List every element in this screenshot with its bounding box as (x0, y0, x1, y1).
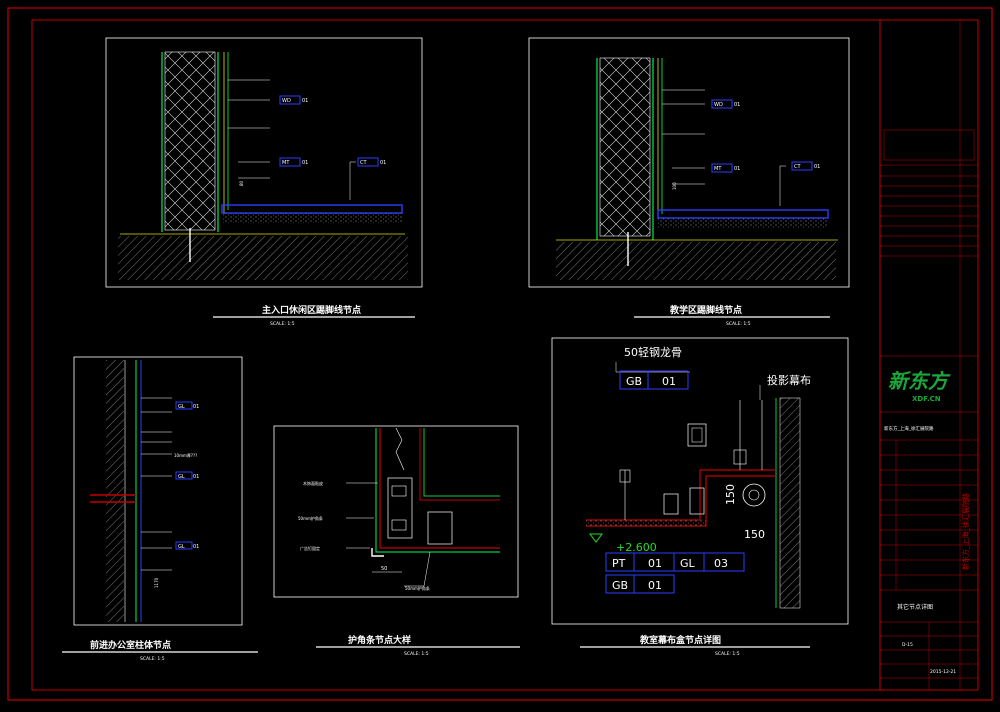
d3-title: 前进办公室柱体节点 (90, 639, 171, 651)
title-block-frame (879, 19, 979, 691)
d5-title: 教室幕布盒节点详图 (639, 634, 721, 646)
d2-tag-ct: CT (794, 164, 801, 170)
project-name: 新东方_上海_徐汇展院路 (884, 425, 934, 432)
d1-scale: SCALE: 1:5 (270, 321, 295, 327)
d3-tag-2: GL (178, 474, 185, 480)
d4-dimension: 50 (381, 566, 387, 572)
d1-dimension: 80 (239, 180, 244, 186)
d2-tag-mt: MT (714, 166, 722, 172)
d5-tag-gb-top-num: 01 (662, 375, 676, 388)
d1-tag-ct-num: 01 (380, 160, 386, 166)
d3-tag-3: GL (178, 544, 185, 550)
d3-tag-3-num: 01 (193, 544, 199, 550)
d1-tag-ct: CT (360, 160, 367, 166)
d2-dimension: 100 (672, 182, 677, 190)
drawing-name: 其它节点详图 (897, 603, 933, 611)
d2-tag-wd-num: 01 (734, 102, 740, 108)
d4-label-guard: 50mm护角条 (298, 515, 323, 521)
d2-tag-mt-num: 01 (734, 166, 740, 172)
d3-tag-1: GL (178, 404, 185, 410)
d3-scale: SCALE: 1:5 (140, 656, 165, 662)
d4-label-nail: 广告钉固定 (300, 545, 320, 551)
d5-right-label: 投影幕布 (767, 373, 811, 387)
d5-tag-gl-num: 03 (714, 557, 728, 570)
drawing-number: D-15 (902, 642, 913, 648)
d1-tag-mt-num: 01 (302, 160, 308, 166)
d2-tag-ct-num: 01 (814, 164, 820, 170)
d1-tag-wd-num: 01 (302, 98, 308, 104)
outer-frame (7, 7, 993, 701)
d5-dimension-2: 150 (744, 528, 765, 541)
detail-3-column: GL 01 GL 01 GL 01 10mm厚??? 1170 前进办公室柱体节… (62, 356, 258, 662)
d5-tag-gb-top: GB (626, 375, 642, 388)
d5-tag-pt-num: 01 (648, 557, 662, 570)
drawing-canvas: WD 01 MT 01 CT 01 80 主入口休闲区踢脚线节点 SCALE: … (7, 7, 993, 701)
d4-title: 护角条节点大样 (348, 634, 411, 646)
d2-scale: SCALE: 1:5 (726, 321, 751, 327)
d3-dimension: 1170 (154, 577, 159, 588)
detail-2-skirting: WD 01 MT 01 CT 01 100 教学区踢脚线节点 SCALE: 1:… (528, 37, 850, 327)
side-project-text: 新东方_上海_徐汇展院路 (961, 493, 970, 570)
d3-tag-1-num: 01 (193, 404, 199, 410)
d5-top-label: 50轻钢龙骨 (624, 345, 682, 359)
detail-5-screen-box: 50轻钢龙骨 投影幕布 GB 01 +2.600 PT 01 GL 03 GB … (551, 337, 849, 657)
d5-level: +2.600 (616, 541, 657, 554)
d5-tag-gl: GL (680, 557, 696, 570)
d1-tag-mt: MT (282, 160, 290, 166)
d4-label-guard-2: 50mm护角条 (405, 585, 430, 591)
d2-tag-wd: WD (714, 102, 723, 108)
d5-dimension-1: 150 (724, 484, 737, 505)
logo-cn: 新东方 (888, 369, 951, 393)
detail-1-skirting: WD 01 MT 01 CT 01 80 主入口休闲区踢脚线节点 SCALE: … (105, 37, 423, 327)
d4-scale: SCALE: 1:5 (404, 651, 429, 657)
detail-4-corner-guard: 木饰面贴皮 50mm护角条 广告钉固定 50mm护角条 50 护角条节点大样 S… (273, 425, 520, 657)
d4-label-veneer: 木饰面贴皮 (303, 480, 323, 486)
d5-tag-gb: GB (612, 579, 628, 592)
cad-drawing-sheet: WD 01 MT 01 CT 01 80 主入口休闲区踢脚线节点 SCALE: … (0, 0, 1000, 708)
d3-tag-2-num: 01 (193, 474, 199, 480)
d1-title: 主入口休闲区踢脚线节点 (262, 304, 361, 316)
d5-scale: SCALE: 1:5 (715, 651, 740, 657)
inner-frame (31, 19, 881, 691)
drawing-date: 2015-12-21 (930, 669, 956, 675)
d3-note: 10mm厚??? (174, 453, 197, 458)
d2-title: 教学区踢脚线节点 (669, 304, 742, 316)
title-block: 新东方 XDF.CN 新东方_上海_徐汇展院路 其它节点详图 D-15 2015… (880, 20, 978, 690)
d1-tag-wd: WD (282, 98, 291, 104)
d5-tag-gb-num: 01 (648, 579, 662, 592)
d5-tag-pt: PT (612, 557, 626, 570)
logo-en: XDF.CN (912, 395, 941, 403)
